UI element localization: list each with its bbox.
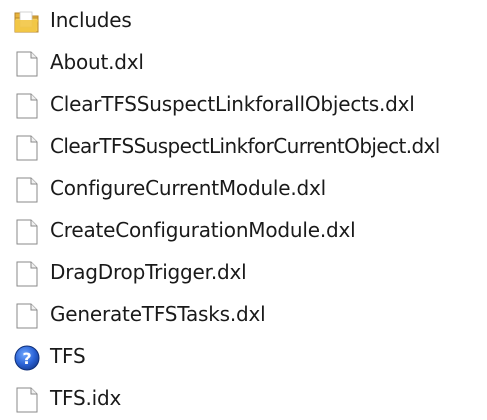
file-name: ClearTFSSuspectLinkforallObjects.dxl — [50, 92, 415, 116]
file-item-tfs-idx[interactable]: TFS.idx — [0, 378, 487, 420]
help-icon: ? — [12, 343, 42, 373]
file-item-tfs-help[interactable]: ? TFS — [0, 336, 487, 378]
document-icon — [12, 133, 42, 163]
folder-icon — [12, 7, 42, 37]
svg-text:?: ? — [22, 349, 31, 368]
file-name: GenerateTFSTasks.dxl — [50, 302, 266, 326]
file-name: ConfigureCurrentModule.dxl — [50, 176, 327, 200]
file-name: TFS.idx — [50, 386, 122, 410]
file-item-drag-drop-trigger[interactable]: DragDropTrigger.dxl — [0, 252, 487, 294]
file-name: ClearTFSSuspectLinkforCurrentObject.dxl — [50, 134, 440, 158]
file-item-configure-current-module[interactable]: ConfigureCurrentModule.dxl — [0, 168, 487, 210]
file-name: Includes — [50, 8, 132, 32]
file-item-generate-tfs-tasks[interactable]: GenerateTFSTasks.dxl — [0, 294, 487, 336]
document-icon — [12, 301, 42, 331]
document-icon — [12, 259, 42, 289]
file-item-clear-suspect-current[interactable]: ClearTFSSuspectLinkforCurrentObject.dxl — [0, 126, 487, 168]
document-icon — [12, 385, 42, 415]
file-name: TFS — [50, 344, 86, 368]
file-name: About.dxl — [50, 50, 144, 74]
file-item-includes[interactable]: Includes — [0, 0, 487, 42]
file-list: Includes About.dxl ClearTFSSuspectLinkfo… — [0, 0, 487, 413]
document-icon — [12, 175, 42, 205]
document-icon — [12, 49, 42, 79]
file-item-about-dxl[interactable]: About.dxl — [0, 42, 487, 84]
file-item-clear-suspect-all[interactable]: ClearTFSSuspectLinkforallObjects.dxl — [0, 84, 487, 126]
document-icon — [12, 217, 42, 247]
file-name: CreateConfigurationModule.dxl — [50, 218, 356, 242]
document-icon — [12, 91, 42, 121]
file-item-create-configuration-module[interactable]: CreateConfigurationModule.dxl — [0, 210, 487, 252]
file-name: DragDropTrigger.dxl — [50, 260, 247, 284]
